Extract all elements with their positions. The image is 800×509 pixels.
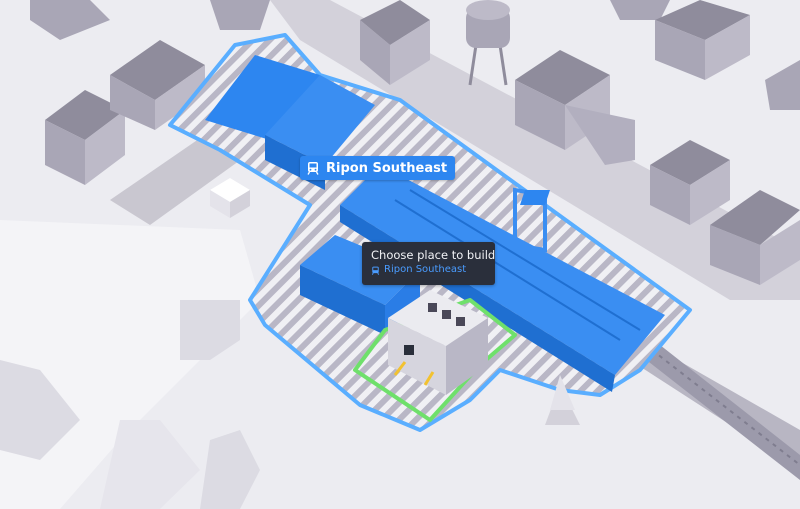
build-tooltip: Choose place to build Ripon Southeast — [362, 242, 495, 285]
tooltip-station-link: Ripon Southeast — [371, 263, 486, 277]
house — [610, 0, 670, 20]
train-icon — [371, 266, 380, 275]
tooltip-title: Choose place to build — [371, 248, 496, 262]
station-name-text: Ripon Southeast — [326, 160, 448, 176]
train-icon — [306, 161, 320, 175]
house — [210, 0, 270, 30]
station-name-label[interactable]: Ripon Southeast — [300, 156, 456, 180]
tooltip-station-name: Ripon Southeast — [384, 264, 467, 275]
